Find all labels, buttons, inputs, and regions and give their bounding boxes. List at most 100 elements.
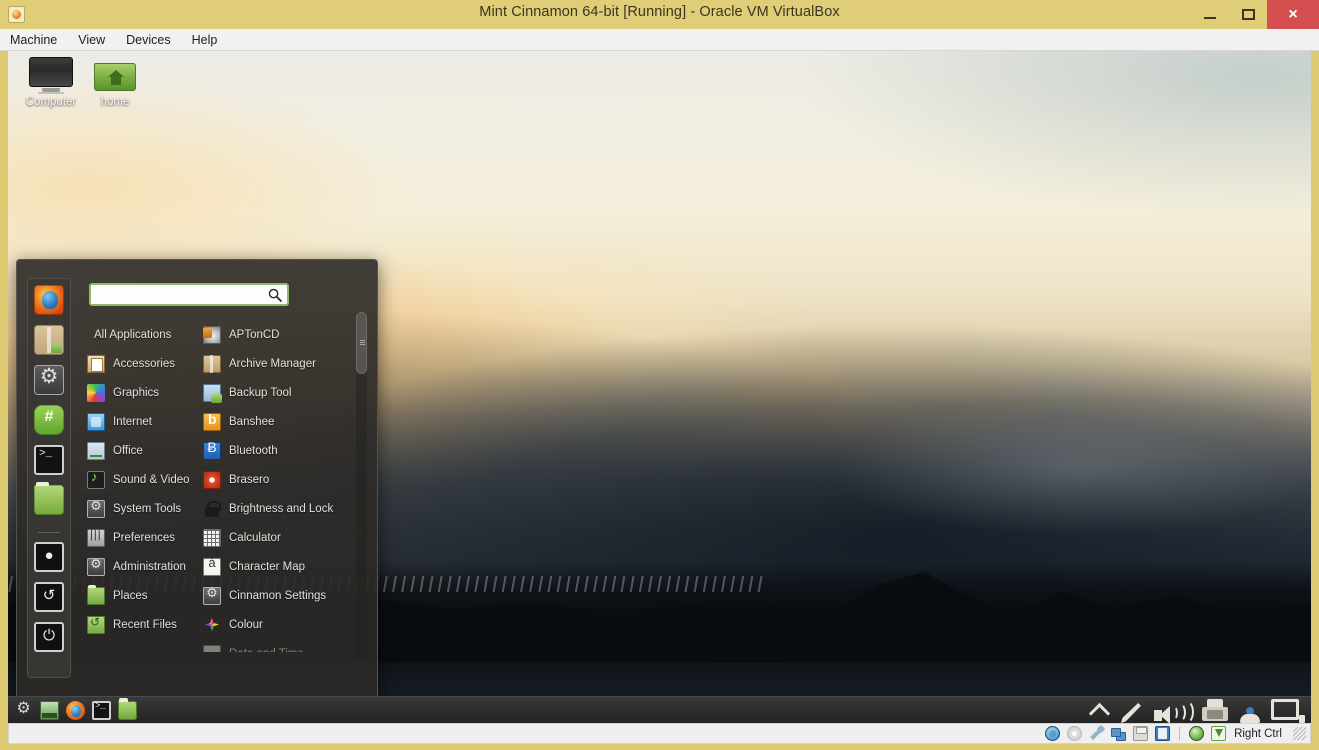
menu-category-label: Accessories (113, 357, 175, 370)
aptoncd-icon (203, 325, 221, 344)
user-account-icon[interactable] (1238, 701, 1262, 723)
favorite-files-icon[interactable] (34, 482, 64, 515)
favorites-sidebar: ● ↺ ⏻ (27, 278, 71, 678)
menu-category-item[interactable]: All Applications (87, 320, 197, 349)
floppy-icon[interactable] (1089, 726, 1104, 741)
menu-application-item[interactable]: Brightness and Lock (203, 494, 349, 523)
guest-screen[interactable]: Computer home ● ↺ (8, 51, 1311, 723)
favorite-terminal-green-icon[interactable] (34, 405, 64, 435)
globe-icon[interactable] (1189, 726, 1205, 741)
menu-search-box[interactable] (89, 283, 289, 306)
places-icon (87, 584, 105, 605)
menu-application-label: Cinnamon Settings (229, 589, 327, 602)
accessories-icon (87, 354, 105, 373)
display-icon[interactable] (1271, 699, 1305, 723)
lock-screen-icon[interactable]: ● (34, 542, 64, 572)
menu-category-item[interactable]: Administration (87, 552, 197, 581)
menu-application-label: APTonCD (229, 328, 280, 341)
menu-application-label: Character Map (229, 560, 306, 573)
menu-devices[interactable]: Devices (126, 33, 170, 47)
favorite-firefox-icon[interactable] (34, 285, 64, 315)
menu-category-item[interactable]: Graphics (87, 378, 197, 407)
lock-glyph: ● (44, 547, 54, 564)
menu-scrollbar-thumb[interactable] (356, 312, 367, 374)
system-icon (87, 498, 105, 518)
menu-application-item[interactable]: APTonCD (203, 320, 349, 349)
menu-application-label: Date and Time (229, 648, 304, 653)
menu-category-item[interactable]: Accessories (87, 349, 197, 378)
menu-application-item[interactable]: Character Map (203, 552, 349, 581)
close-button[interactable]: × (1267, 0, 1319, 29)
menu-category-item[interactable]: Preferences (87, 523, 197, 552)
desktop-icon-home[interactable]: home (78, 57, 152, 108)
menu-category-item[interactable]: Places (87, 581, 197, 610)
menu-application-label: Backup Tool (229, 386, 292, 399)
internet-icon (87, 412, 105, 431)
chevron-up-icon[interactable] (1088, 703, 1110, 723)
menu-application-item[interactable]: Backup Tool (203, 378, 349, 407)
shared-folder-icon[interactable] (1155, 726, 1171, 741)
launcher-firefox-icon[interactable] (66, 700, 85, 720)
menu-category-item[interactable]: Internet (87, 407, 197, 436)
favorite-software-manager-icon[interactable] (34, 325, 64, 355)
launcher-files-icon[interactable] (118, 697, 137, 720)
usb-icon[interactable] (1133, 726, 1149, 741)
search-input[interactable] (96, 285, 264, 304)
menu-application-item[interactable]: Colour (203, 610, 349, 639)
volume-icon[interactable] (1154, 699, 1194, 723)
desktop-icon-computer[interactable]: Computer (14, 57, 88, 108)
window-controls: × (1191, 0, 1319, 29)
menu-application-item[interactable]: Brasero (203, 465, 349, 494)
minimize-button[interactable] (1191, 0, 1229, 29)
menu-category-list: All Applications Accessories Graphics Inter… (87, 320, 197, 639)
logout-glyph: ↺ (42, 587, 56, 604)
hard-disk-icon[interactable] (1045, 726, 1061, 741)
launcher-terminal-icon[interactable] (92, 700, 111, 720)
statusbar-divider (1179, 727, 1181, 740)
menu-category-label: Graphics (113, 386, 160, 399)
datetime-icon (203, 644, 221, 652)
menu-category-item[interactable]: Recent Files (87, 610, 197, 639)
lock-icon (203, 500, 221, 518)
menu-machine[interactable]: Machine (10, 33, 57, 47)
favorite-terminal-icon[interactable] (34, 445, 64, 475)
menu-application-item[interactable]: Cinnamon Settings (203, 581, 349, 610)
menu-category-item[interactable]: System Tools (87, 494, 197, 523)
menu-category-label: All Applications (94, 328, 172, 341)
menu-help[interactable]: Help (192, 33, 218, 47)
menu-application-item[interactable]: Date and Time (203, 639, 349, 652)
sound-icon (87, 469, 105, 489)
mouse-capture-icon[interactable] (1211, 726, 1227, 741)
menu-category-label: Places (113, 589, 148, 602)
network-icon[interactable] (1119, 701, 1145, 723)
menu-category-item[interactable]: Sound & Video (87, 465, 197, 494)
menu-application-item[interactable]: Banshee (203, 407, 349, 436)
vbox-menubar: Machine View Devices Help (0, 29, 1319, 51)
menu-application-label: Brightness and Lock (229, 502, 334, 515)
favorite-system-settings-icon[interactable] (34, 364, 64, 395)
menu-application-list: APTonCD Archive Manager Backup Tool Banshee… (203, 320, 349, 652)
menu-application-item[interactable]: Bluetooth (203, 436, 349, 465)
menu-gear-icon[interactable] (14, 698, 33, 720)
menu-category-label: Recent Files (113, 618, 177, 631)
maximize-button[interactable] (1229, 0, 1267, 29)
menu-application-label: Colour (229, 618, 263, 631)
show-desktop-icon[interactable] (40, 700, 59, 720)
menu-application-label: Brasero (229, 473, 270, 486)
resize-grip[interactable] (1293, 727, 1306, 740)
menu-category-label: Internet (113, 415, 152, 428)
optical-disc-icon[interactable] (1067, 726, 1083, 741)
home-folder-icon (93, 57, 137, 93)
quit-icon[interactable]: ⏻ (34, 622, 64, 652)
titlebar: Mint Cinnamon 64-bit [Running] - Oracle … (0, 0, 1319, 29)
menu-scrollbar[interactable] (356, 312, 367, 660)
menu-application-item[interactable]: Calculator (203, 523, 349, 552)
menu-application-item[interactable]: Archive Manager (203, 349, 349, 378)
network-adapter-icon[interactable] (1111, 726, 1127, 741)
menu-category-item[interactable]: Office (87, 436, 197, 465)
log-out-icon[interactable]: ↺ (34, 582, 64, 612)
panel-launchers (8, 697, 137, 720)
menu-view[interactable]: View (78, 33, 105, 47)
update-manager-icon[interactable] (1201, 699, 1229, 723)
calc-icon (203, 528, 221, 547)
